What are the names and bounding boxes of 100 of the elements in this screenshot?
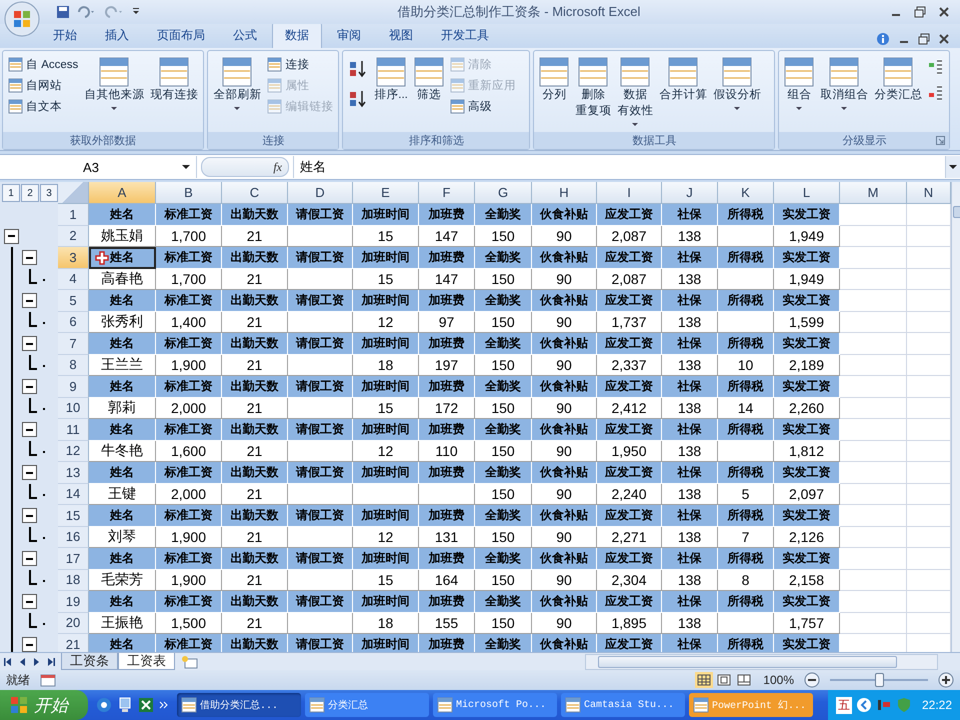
ribbon-button[interactable]: 组合 — [782, 55, 816, 112]
column-header[interactable]: F — [419, 182, 475, 204]
ribbon-button[interactable]: 自文本 — [8, 97, 78, 115]
ribbon-tab[interactable]: 页面布局 — [144, 22, 218, 48]
ribbon-button[interactable]: 分列 — [537, 55, 572, 105]
ribbon-tab[interactable]: 开始 — [40, 22, 90, 48]
restore-icon[interactable] — [918, 33, 930, 45]
row-header[interactable]: 18 — [58, 570, 89, 591]
taskbar-button[interactable]: 分类汇总 — [305, 693, 429, 717]
row-header[interactable]: 6 — [58, 312, 89, 333]
ribbon-button[interactable]: 分类汇总 — [872, 55, 924, 105]
ribbon-button[interactable]: 现有连接 — [148, 55, 200, 105]
row-header[interactable]: 7 — [58, 333, 89, 354]
ribbon-button[interactable]: 删除 重复项 — [573, 55, 614, 121]
ribbon-button[interactable]: 连接 — [267, 55, 334, 73]
collapse-button[interactable] — [22, 637, 37, 652]
ribbon-tab[interactable]: 审阅 — [324, 22, 374, 48]
column-header[interactable]: B — [156, 182, 222, 204]
sort-descending-icon[interactable] — [348, 89, 368, 109]
row-header[interactable]: 8 — [58, 354, 89, 376]
page-break-view-icon[interactable] — [735, 672, 754, 688]
name-box[interactable]: A3 — [0, 156, 197, 178]
normal-view-icon[interactable] — [695, 672, 714, 688]
scroll-thumb[interactable] — [598, 656, 897, 668]
row-header[interactable]: 3 — [58, 247, 89, 268]
row-header[interactable]: 21 — [58, 634, 89, 652]
ribbon-tab[interactable]: 插入 — [92, 22, 142, 48]
ribbon-button[interactable]: 取消组合 — [818, 55, 870, 112]
row-header[interactable]: 5 — [58, 290, 89, 312]
ribbon-tab[interactable]: 视图 — [376, 22, 426, 48]
row-header[interactable]: 4 — [58, 268, 89, 290]
row-header[interactable]: 13 — [58, 462, 89, 484]
row-header[interactable]: 10 — [58, 398, 89, 419]
column-header[interactable]: M — [840, 182, 907, 204]
macro-record-icon[interactable] — [40, 673, 56, 687]
collapse-button[interactable] — [22, 293, 37, 308]
sheet-tab[interactable]: 工资表 — [118, 653, 175, 670]
prev-sheet-icon[interactable] — [18, 656, 27, 666]
ribbon-button[interactable]: 排序... — [372, 55, 410, 105]
sort-ascending-icon[interactable] — [348, 59, 368, 79]
input-method-button[interactable]: 五 — [836, 696, 852, 714]
collapse-button[interactable] — [22, 250, 37, 265]
row-header[interactable]: 12 — [58, 440, 89, 462]
outline-level-button[interactable]: 1 — [2, 184, 20, 202]
collapse-button[interactable] — [22, 594, 37, 609]
close-icon[interactable] — [938, 33, 950, 45]
start-button[interactable]: 开始 — [0, 690, 88, 720]
collapse-button[interactable] — [22, 336, 37, 351]
first-sheet-icon[interactable] — [4, 656, 13, 666]
spreadsheet-icon[interactable] — [138, 697, 154, 713]
insert-function-button[interactable]: fx — [201, 157, 289, 177]
column-header[interactable]: H — [532, 182, 597, 204]
restore-icon[interactable] — [914, 6, 926, 18]
column-header[interactable]: K — [718, 182, 774, 204]
ribbon-button[interactable]: 全部刷新 — [211, 55, 264, 112]
ribbon-button[interactable]: 假设分析 — [711, 55, 764, 112]
customize-caret-icon[interactable] — [132, 7, 140, 17]
ribbon-button[interactable]: 自其他来源 — [82, 55, 146, 112]
ribbon-button[interactable]: 数据 有效性 — [615, 55, 656, 128]
column-header[interactable]: I — [597, 182, 662, 204]
row-header[interactable]: 19 — [58, 591, 89, 612]
row-header[interactable]: 11 — [58, 419, 89, 440]
ribbon-tab[interactable]: 公式 — [220, 22, 270, 48]
next-sheet-icon[interactable] — [32, 656, 41, 666]
help-icon[interactable] — [876, 32, 890, 46]
ribbon-button[interactable]: 高级 — [450, 97, 516, 115]
row-header[interactable]: 17 — [58, 548, 89, 570]
horizontal-scrollbar[interactable] — [585, 654, 938, 670]
more-icon[interactable] — [159, 700, 169, 710]
taskbar-button[interactable]: Camtasia Stu... — [561, 693, 685, 717]
dialog-launcher-icon[interactable] — [936, 136, 946, 145]
page-layout-view-icon[interactable] — [715, 672, 734, 688]
column-header[interactable]: C — [222, 182, 288, 204]
zoom-in-icon[interactable] — [938, 672, 954, 688]
collapse-button[interactable] — [22, 422, 37, 437]
row-header[interactable]: 16 — [58, 526, 89, 548]
taskbar-button[interactable]: 借助分类汇总... — [177, 693, 301, 717]
hide-detail-icon[interactable] — [928, 85, 944, 101]
save-icon[interactable] — [56, 5, 70, 19]
column-header[interactable]: A — [89, 182, 156, 204]
column-header[interactable]: D — [288, 182, 353, 204]
row-header[interactable]: 15 — [58, 505, 89, 526]
zoom-level[interactable]: 100% — [763, 673, 794, 687]
row-header[interactable]: 1 — [58, 204, 89, 226]
ribbon-button[interactable]: 合并计算 — [657, 55, 710, 105]
outline-level-button[interactable]: 3 — [40, 184, 58, 202]
column-header[interactable]: G — [475, 182, 532, 204]
column-header[interactable]: J — [662, 182, 718, 204]
ribbon-tab[interactable]: 数据 — [272, 22, 322, 48]
expand-button[interactable] — [945, 156, 960, 178]
close-icon[interactable] — [938, 6, 950, 18]
sheet-tab[interactable]: 工资条 — [61, 653, 118, 670]
ribbon-button[interactable]: 自网站 — [8, 76, 78, 94]
ribbon-tab[interactable]: 开发工具 — [428, 22, 502, 48]
row-header[interactable]: 20 — [58, 612, 89, 634]
row-header[interactable]: 2 — [58, 226, 89, 247]
column-header[interactable]: N — [907, 182, 951, 204]
collapse-button[interactable] — [22, 379, 37, 394]
zoom-slider[interactable] — [830, 673, 928, 687]
zoom-out-icon[interactable] — [804, 672, 820, 688]
